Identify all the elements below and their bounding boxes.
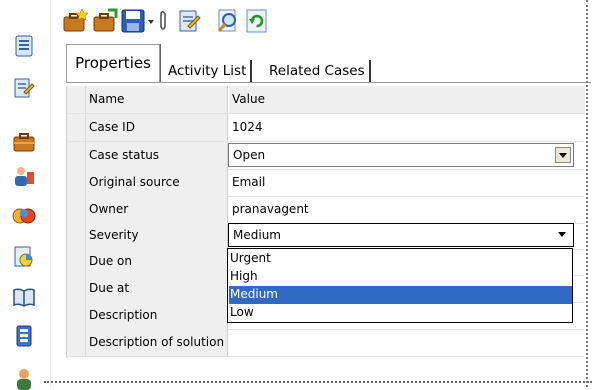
rail-divider	[50, 0, 51, 387]
case-status-select[interactable]: Open	[228, 143, 574, 167]
row-value[interactable]: 1024	[229, 114, 585, 141]
grid-header: Name Value	[67, 86, 585, 114]
table-row[interactable]: Owner pranavagent	[67, 196, 585, 224]
row-name: Severity	[86, 222, 228, 249]
chart-icon[interactable]	[12, 245, 36, 269]
tab-underline	[66, 82, 591, 83]
severity-dropdown-list: Urgent High Medium Low	[227, 248, 573, 323]
document-icon[interactable]	[12, 34, 36, 58]
tab-related-cases[interactable]: Related Cases	[265, 60, 371, 82]
row-value[interactable]: Email	[229, 169, 585, 196]
table-row[interactable]: Severity Medium	[67, 222, 585, 250]
form-icon[interactable]	[12, 324, 36, 348]
row-name: Due at	[86, 275, 228, 302]
edit-dropdown-caret[interactable]	[148, 20, 154, 24]
severity-option-high[interactable]: High	[229, 268, 572, 286]
save-icon[interactable]	[120, 8, 146, 34]
left-icon-rail	[0, 0, 52, 390]
row-value[interactable]	[229, 329, 585, 356]
refresh-icon[interactable]	[244, 8, 270, 34]
new-case-icon[interactable]	[62, 8, 88, 34]
table-row[interactable]: Case status Open	[67, 142, 585, 170]
row-name: Case ID	[86, 114, 228, 141]
header-value: Value	[229, 86, 585, 113]
severity-option-medium[interactable]: Medium	[229, 286, 572, 304]
row-name: Owner	[86, 196, 228, 223]
severity-value: Medium	[233, 228, 281, 242]
severity-select[interactable]: Medium	[228, 223, 574, 247]
people-icon[interactable]	[12, 164, 36, 188]
row-name: Original source	[86, 169, 228, 196]
case-status-value: Open	[233, 148, 266, 162]
chevron-down-icon[interactable]	[555, 147, 571, 163]
row-name: Case status	[86, 142, 228, 169]
severity-option-urgent[interactable]: Urgent	[229, 250, 572, 268]
table-row[interactable]: Description of solution	[67, 329, 585, 357]
tab-strip: Properties Activity List Related Cases	[58, 40, 592, 86]
row-name: Due on	[86, 248, 228, 275]
book-icon[interactable]	[12, 285, 36, 309]
search-icon[interactable]	[216, 8, 242, 34]
group-icon[interactable]	[12, 204, 36, 228]
row-name: Description	[86, 302, 228, 329]
new-subcase-icon[interactable]	[92, 8, 118, 34]
severity-option-low[interactable]: Low	[229, 304, 572, 322]
edit-icon[interactable]	[178, 8, 204, 34]
table-row[interactable]: Original source Email	[67, 169, 585, 197]
toolbar	[58, 0, 592, 40]
row-value[interactable]: pranavagent	[229, 196, 585, 223]
user-icon[interactable]	[12, 366, 36, 390]
window-edge-right	[586, 0, 591, 387]
table-row[interactable]: Case ID 1024	[67, 114, 585, 142]
edit-document-icon[interactable]	[12, 76, 36, 100]
row-name: Description of solution	[86, 329, 228, 356]
window-edge-bottom	[44, 381, 592, 385]
header-name: Name	[86, 86, 228, 113]
chevron-down-icon[interactable]	[555, 227, 571, 243]
tab-activity-list[interactable]: Activity List	[164, 60, 253, 82]
briefcase-icon[interactable]	[12, 130, 36, 154]
tab-properties[interactable]: Properties	[66, 44, 160, 83]
